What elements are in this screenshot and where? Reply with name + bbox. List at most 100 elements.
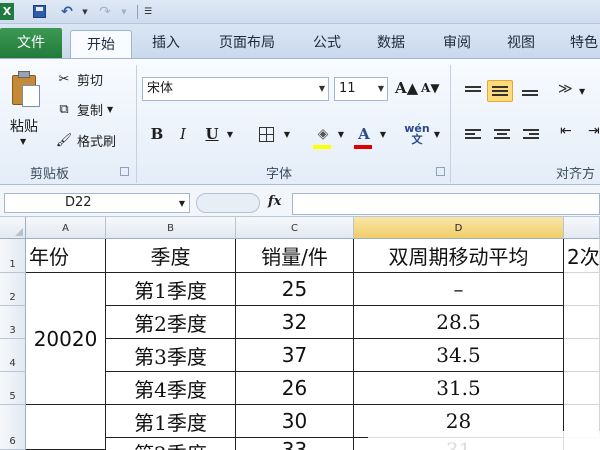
cell-d3[interactable]: 28.5 bbox=[354, 306, 564, 339]
borders-dropdown-icon[interactable]: ▼ bbox=[282, 123, 292, 145]
bold-button[interactable]: B bbox=[148, 123, 166, 145]
cell-e3[interactable] bbox=[564, 306, 600, 339]
clipboard-launcher-icon[interactable] bbox=[120, 167, 129, 176]
orientation-dropdown-icon[interactable]: ▼ bbox=[579, 87, 585, 96]
column-header-e[interactable] bbox=[564, 217, 600, 239]
format-painter-button[interactable]: 🖌 格式刷 bbox=[55, 130, 116, 150]
align-right-icon[interactable] bbox=[518, 123, 544, 145]
select-all-button[interactable] bbox=[0, 217, 26, 239]
name-box[interactable]: D22 ▼ bbox=[4, 193, 190, 213]
column-header-d[interactable]: D bbox=[354, 217, 564, 239]
cell-c5[interactable]: 26 bbox=[236, 372, 354, 405]
cell-d1[interactable]: 双周期移动平均 bbox=[354, 239, 564, 273]
copy-dropdown-icon[interactable]: ▼ bbox=[107, 105, 113, 114]
cell-e2[interactable] bbox=[564, 273, 600, 306]
excel-logo-icon[interactable]: X bbox=[0, 3, 14, 20]
excel-window: X ↶ ▼ ↷ ▼ ☰ 文件 开始 插入 页面布局 公式 数据 审阅 视图 特色… bbox=[0, 0, 600, 450]
formula-bar-controls[interactable] bbox=[196, 193, 260, 213]
save-icon[interactable] bbox=[31, 3, 47, 20]
undo-icon[interactable]: ↶ bbox=[58, 3, 76, 20]
cut-button[interactable]: ✂ 剪切 bbox=[55, 69, 103, 89]
shrink-font-icon[interactable]: A▼ bbox=[421, 81, 440, 95]
cell-e5[interactable] bbox=[564, 372, 600, 405]
ribbon-home: 粘贴 ▼ ✂ 剪切 ⧉ 复制 ▼ 🖌 格式刷 剪贴板 宋体 ▼ 11 ▼ A▲ … bbox=[0, 58, 600, 185]
tab-file[interactable]: 文件 bbox=[0, 28, 62, 58]
customize-qat-icon[interactable]: ☰ bbox=[143, 3, 153, 20]
align-top-icon[interactable] bbox=[460, 78, 486, 100]
paste-dropdown-icon[interactable]: ▼ bbox=[20, 137, 26, 146]
cell-e4[interactable] bbox=[564, 339, 600, 372]
column-header-b[interactable]: B bbox=[106, 217, 236, 239]
font-color-button[interactable]: A bbox=[353, 123, 375, 145]
underline-dropdown-icon[interactable]: ▼ bbox=[225, 123, 235, 145]
insert-function-icon[interactable]: fx bbox=[268, 194, 281, 209]
align-middle-icon[interactable] bbox=[487, 80, 513, 102]
fill-color-icon[interactable]: ◈ bbox=[312, 123, 334, 145]
align-bottom-icon[interactable] bbox=[517, 82, 543, 104]
underline-button[interactable]: U bbox=[201, 123, 223, 145]
font-color-dropdown-icon[interactable]: ▼ bbox=[378, 123, 388, 145]
row-header-5[interactable]: 5 bbox=[0, 372, 26, 405]
decrease-indent-icon[interactable]: ⇤ bbox=[560, 123, 572, 139]
tab-data[interactable]: 数据 bbox=[375, 30, 407, 56]
row-header-1[interactable]: 1 bbox=[0, 239, 26, 273]
cell-e1[interactable]: 2次 bbox=[564, 239, 600, 273]
cell-c6[interactable]: 30 bbox=[236, 405, 354, 438]
row-header-3[interactable]: 3 bbox=[0, 306, 26, 339]
phonetic-dropdown-icon[interactable]: ▼ bbox=[432, 123, 442, 145]
grow-font-icon[interactable]: A▲ bbox=[395, 79, 418, 97]
cell-c3[interactable]: 32 bbox=[236, 306, 354, 339]
font-name-select[interactable]: 宋体 ▼ bbox=[142, 77, 329, 101]
cell-a1[interactable]: 年份 bbox=[26, 239, 106, 273]
cell-a2-merged[interactable]: 20020 bbox=[26, 273, 106, 405]
copy-button[interactable]: ⧉ 复制 ▼ bbox=[55, 99, 113, 119]
cell-c7[interactable]: 33 bbox=[236, 438, 354, 450]
cell-b5[interactable]: 第4季度 bbox=[106, 372, 236, 405]
cell-b1[interactable]: 季度 bbox=[106, 239, 236, 273]
cell-c4[interactable]: 37 bbox=[236, 339, 354, 372]
row-header-4[interactable]: 4 bbox=[0, 339, 26, 372]
cell-d2[interactable]: – bbox=[354, 273, 564, 306]
redo-dropdown-icon[interactable]: ▼ bbox=[120, 3, 128, 20]
cell-c2[interactable]: 25 bbox=[236, 273, 354, 306]
cell-d4[interactable]: 34.5 bbox=[354, 339, 564, 372]
cell-b3[interactable]: 第2季度 bbox=[106, 306, 236, 339]
tab-formulas[interactable]: 公式 bbox=[311, 30, 343, 56]
cell-a6[interactable] bbox=[26, 405, 106, 450]
cell-b6[interactable]: 第1季度 bbox=[106, 405, 236, 438]
cell-b7[interactable]: 第2季度 bbox=[106, 438, 236, 450]
font-name-dropdown-icon[interactable]: ▼ bbox=[319, 78, 325, 100]
row-header-2[interactable]: 2 bbox=[0, 273, 26, 306]
align-center-icon[interactable] bbox=[489, 123, 515, 145]
tab-view[interactable]: 视图 bbox=[505, 30, 537, 56]
font-size-select[interactable]: 11 ▼ bbox=[334, 77, 388, 101]
cell-c1[interactable]: 销量/件 bbox=[236, 239, 354, 273]
tab-home[interactable]: 开始 bbox=[70, 30, 132, 59]
increase-indent-icon[interactable]: ⇥ bbox=[588, 123, 600, 139]
paste-button[interactable]: 粘贴 bbox=[10, 116, 38, 136]
tab-insert[interactable]: 插入 bbox=[150, 30, 182, 56]
paste-icon[interactable] bbox=[10, 71, 44, 111]
format-painter-label: 格式刷 bbox=[77, 134, 117, 150]
tab-page-layout[interactable]: 页面布局 bbox=[216, 30, 278, 56]
fill-color-dropdown-icon[interactable]: ▼ bbox=[336, 123, 346, 145]
row-header-6[interactable]: 6 bbox=[0, 405, 26, 450]
formula-input[interactable] bbox=[292, 193, 600, 215]
orientation-icon[interactable]: ≫ bbox=[558, 81, 573, 97]
name-box-dropdown-icon[interactable]: ▼ bbox=[179, 195, 185, 213]
redo-icon[interactable]: ↷ bbox=[96, 3, 114, 20]
borders-icon[interactable] bbox=[255, 123, 277, 145]
font-size-dropdown-icon[interactable]: ▼ bbox=[378, 78, 384, 100]
cell-b2[interactable]: 第1季度 bbox=[106, 273, 236, 306]
italic-button[interactable]: I bbox=[174, 123, 192, 145]
tab-review[interactable]: 审阅 bbox=[441, 30, 473, 56]
align-left-icon[interactable] bbox=[460, 123, 486, 145]
cell-b4[interactable]: 第3季度 bbox=[106, 339, 236, 372]
phonetic-guide-icon[interactable]: wén 文 bbox=[404, 123, 430, 145]
tab-features[interactable]: 特色 bbox=[570, 30, 600, 56]
undo-dropdown-icon[interactable]: ▼ bbox=[81, 3, 89, 20]
cell-d5[interactable]: 31.5 bbox=[354, 372, 564, 405]
font-launcher-icon[interactable] bbox=[436, 167, 445, 176]
column-header-a[interactable]: A bbox=[26, 217, 106, 239]
column-header-c[interactable]: C bbox=[236, 217, 354, 239]
